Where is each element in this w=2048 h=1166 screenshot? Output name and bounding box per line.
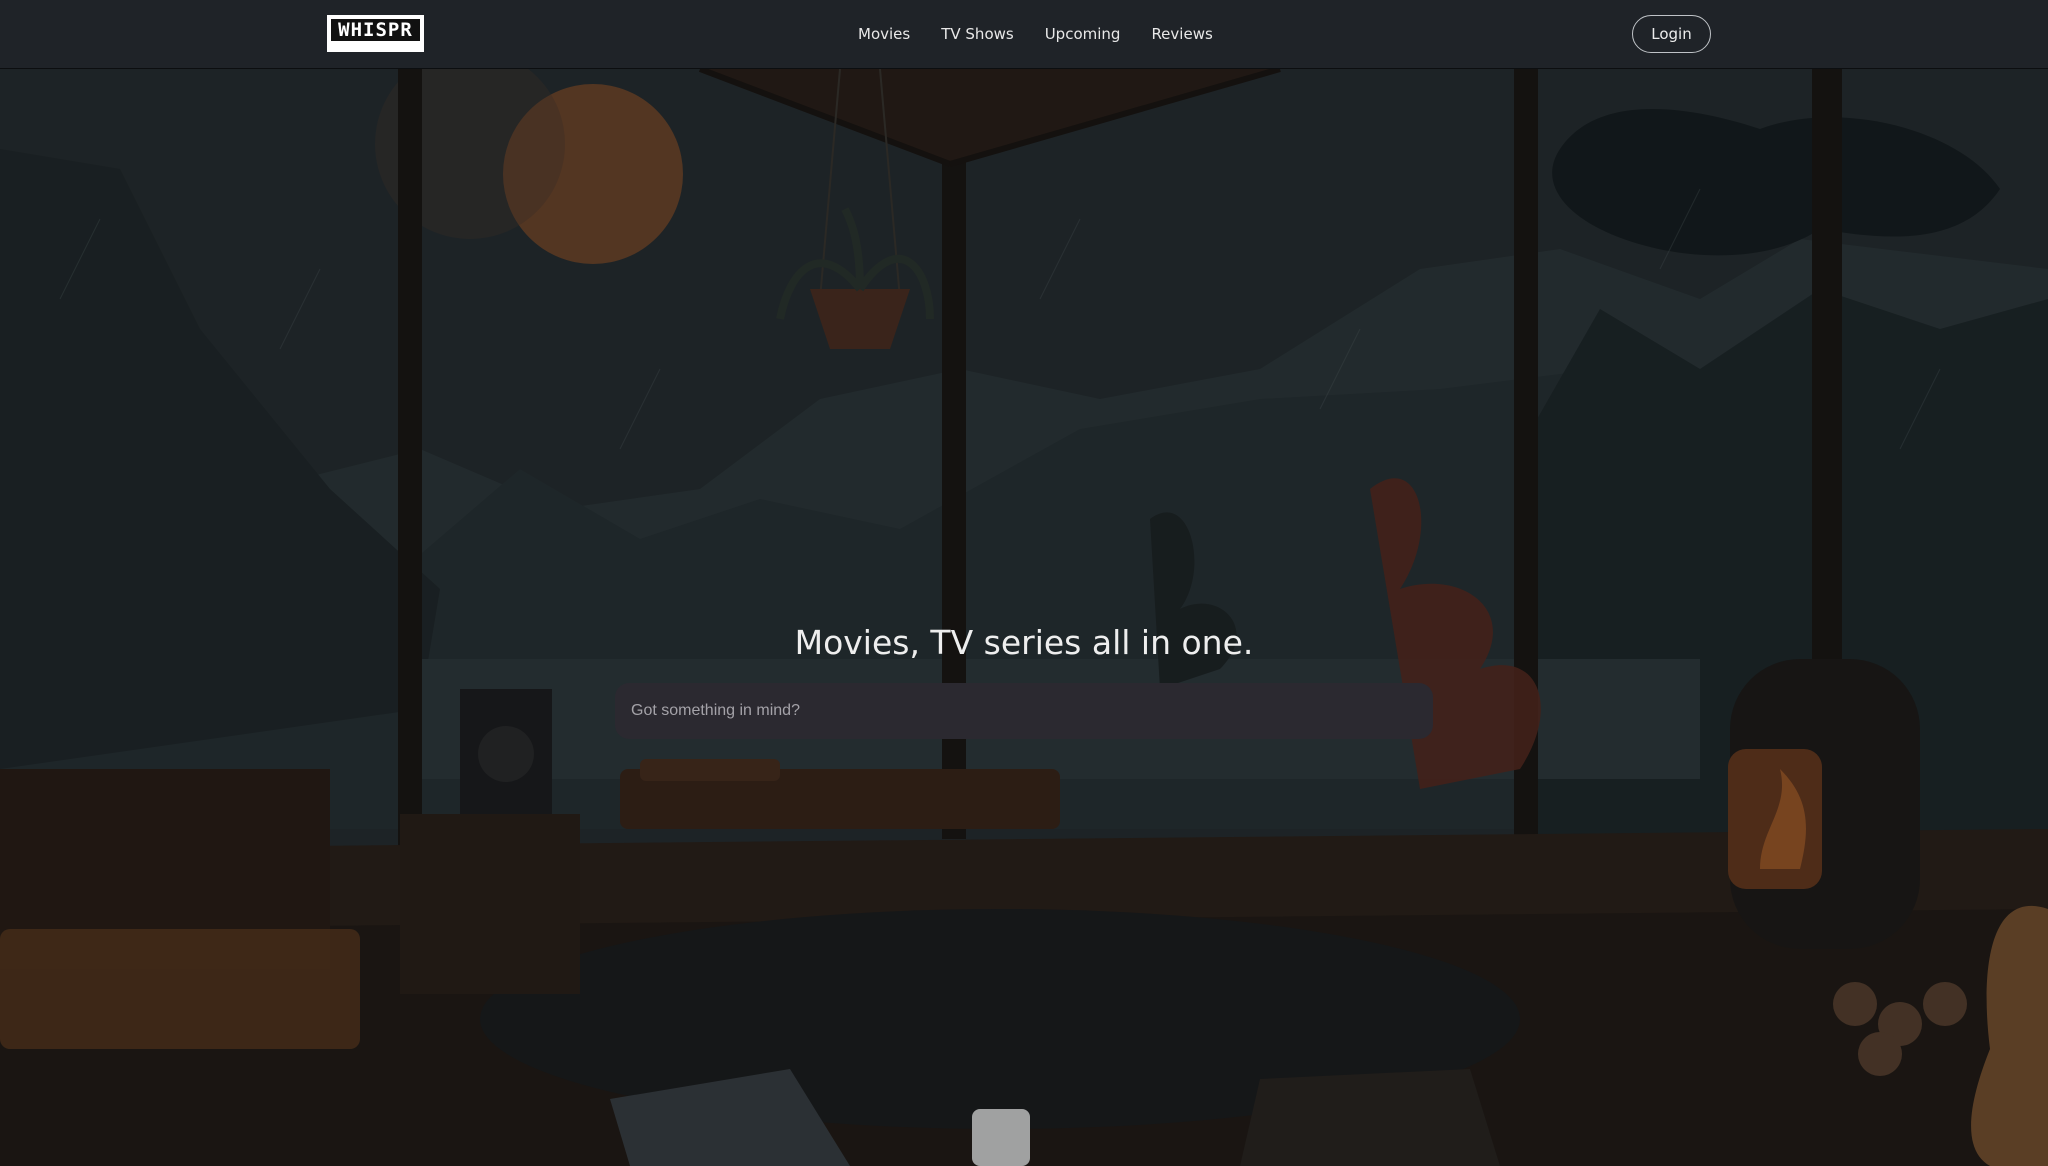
hero-headline: Movies, TV series all in one.: [794, 623, 1254, 662]
nav-link-movies[interactable]: Movies: [858, 22, 910, 46]
whispr-logo[interactable]: WHISPR: [327, 15, 424, 52]
login-button[interactable]: Login: [1632, 15, 1711, 53]
nav-link-reviews[interactable]: Reviews: [1151, 22, 1212, 46]
logo-text: WHISPR: [331, 19, 420, 41]
nav-link-upcoming[interactable]: Upcoming: [1045, 22, 1121, 46]
nav-link-tv-shows[interactable]: TV Shows: [941, 22, 1013, 46]
top-navbar: WHISPR Movies TV Shows Upcoming Reviews …: [0, 0, 2048, 69]
main-nav: Movies TV Shows Upcoming Reviews: [858, 22, 1244, 46]
search-input[interactable]: [615, 683, 1433, 739]
hero-section: Movies, TV series all in one.: [0, 69, 2048, 1166]
